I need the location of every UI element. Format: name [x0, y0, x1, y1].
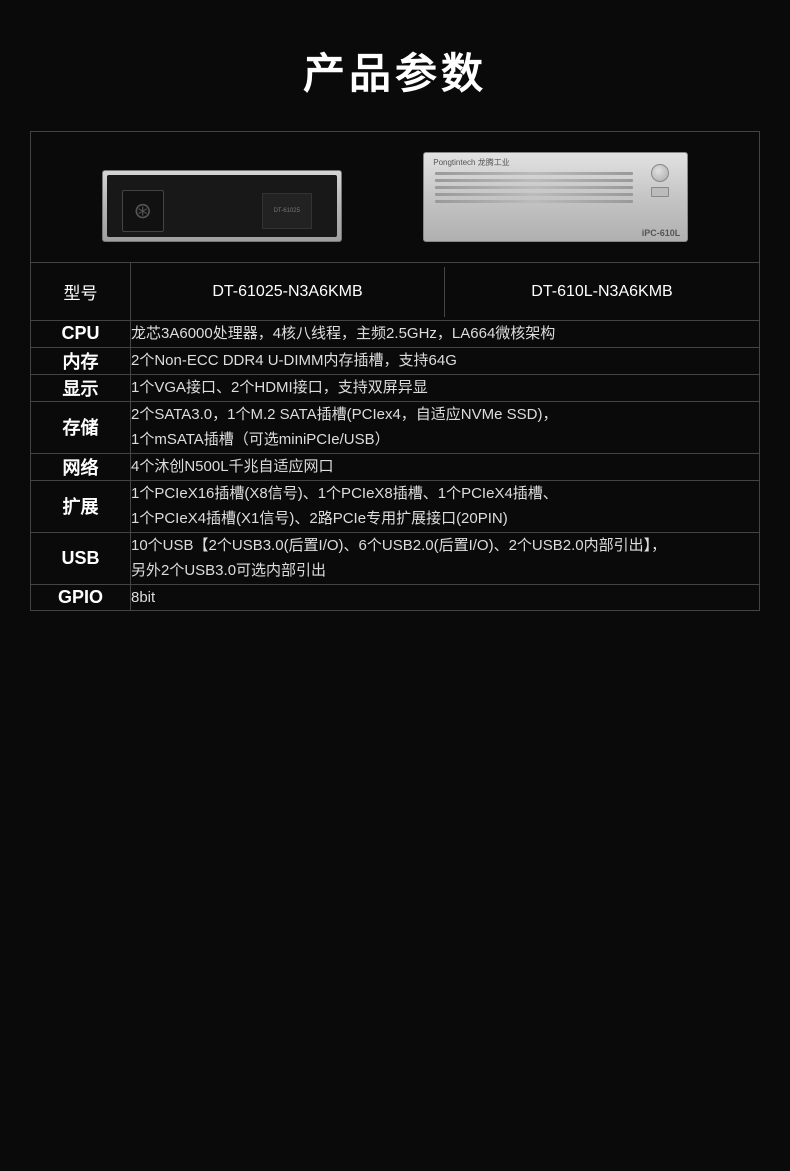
vent-4 — [435, 193, 633, 196]
specs-table-wrapper: DT-61025 — [0, 131, 790, 611]
product-image-right: Pongtintech 龙腾工业 iPC-610L — [423, 152, 688, 242]
spec-value-gpio: 8bit — [131, 584, 760, 611]
spec-value-memory: 2个Non-ECC DDR4 U-DIMM内存插槽，支持64G — [131, 347, 760, 374]
vent-3 — [435, 186, 633, 189]
spec-row-display: 显示 1个VGA接口、2个HDMI接口，支持双屏异显 — [31, 374, 760, 401]
spec-row-storage: 存储 2个SATA3.0，1个M.2 SATA插槽(PCIex4，自适应NVMe… — [31, 401, 760, 453]
model-values-cell: DT-61025-N3A6KMB DT-610L-N3A6KMB — [131, 263, 760, 321]
spec-row-expansion: 扩展 1个PCIeX16插槽(X8信号)、1个PCIeX8插槽、1个PCIeX4… — [31, 480, 760, 532]
spec-label-memory: 内存 — [31, 347, 131, 374]
spec-label-usb: USB — [31, 532, 131, 584]
product-image-left: DT-61025 — [102, 170, 342, 242]
img-4u-controls — [640, 164, 680, 197]
images-container: DT-61025 — [31, 132, 759, 262]
vent-5 — [435, 200, 633, 203]
img-2u-fan — [122, 190, 164, 232]
img-2u-badge: DT-61025 — [262, 193, 312, 229]
spec-row-usb: USB 10个USB【2个USB3.0(后置I/O)、6个USB2.0(后置I/… — [31, 532, 760, 584]
spec-label-display: 显示 — [31, 374, 131, 401]
spec-row-network: 网络 4个沐创N500L千兆自适应网口 — [31, 453, 760, 480]
vent-2 — [435, 179, 633, 182]
spec-row-memory: 内存 2个Non-ECC DDR4 U-DIMM内存插槽，支持64G — [31, 347, 760, 374]
spec-value-display: 1个VGA接口、2个HDMI接口，支持双屏异显 — [131, 374, 760, 401]
images-cell: DT-61025 — [31, 132, 760, 263]
img-4u-knob — [651, 164, 669, 182]
vent-1 — [435, 172, 633, 175]
spec-label-expansion: 扩展 — [31, 480, 131, 532]
spec-row-gpio: GPIO 8bit — [31, 584, 760, 611]
page-container: 产品参数 DT-61025 — [0, 0, 790, 641]
img-4u-vents — [435, 172, 633, 224]
spec-value-usb: 10个USB【2个USB3.0(后置I/O)、6个USB2.0(后置I/O)、2… — [131, 532, 760, 584]
spec-label-gpio: GPIO — [31, 584, 131, 611]
spec-label-network: 网络 — [31, 453, 131, 480]
title-section: 产品参数 — [0, 0, 790, 131]
spec-value-expansion: 1个PCIeX16插槽(X8信号)、1个PCIeX8插槽、1个PCIeX4插槽、… — [131, 480, 760, 532]
spec-label-cpu: CPU — [31, 321, 131, 348]
page-title: 产品参数 — [20, 40, 770, 101]
spec-value-storage: 2个SATA3.0，1个M.2 SATA插槽(PCIex4，自适应NVMe SS… — [131, 401, 760, 453]
spec-row-cpu: CPU 龙芯3A6000处理器，4核八线程，主频2.5GHz，LA664微核架构 — [31, 321, 760, 348]
img-2u-face: DT-61025 — [107, 175, 337, 237]
model-row: 型号 DT-61025-N3A6KMB DT-610L-N3A6KMB — [31, 263, 760, 321]
model-label-cell: 型号 — [31, 263, 131, 321]
specs-table: DT-61025 — [30, 131, 760, 611]
img-4u-brand: Pongtintech 龙腾工业 — [433, 157, 509, 168]
model-left: DT-61025-N3A6KMB — [131, 267, 445, 317]
model-right: DT-610L-N3A6KMB — [445, 267, 759, 317]
spec-label-storage: 存储 — [31, 401, 131, 453]
img-4u-label: iPC-610L — [642, 228, 681, 238]
img-4u-btn — [651, 187, 669, 197]
spec-value-network: 4个沐创N500L千兆自适应网口 — [131, 453, 760, 480]
spec-value-cpu: 龙芯3A6000处理器，4核八线程，主频2.5GHz，LA664微核架构 — [131, 321, 760, 348]
image-row: DT-61025 — [31, 132, 760, 263]
